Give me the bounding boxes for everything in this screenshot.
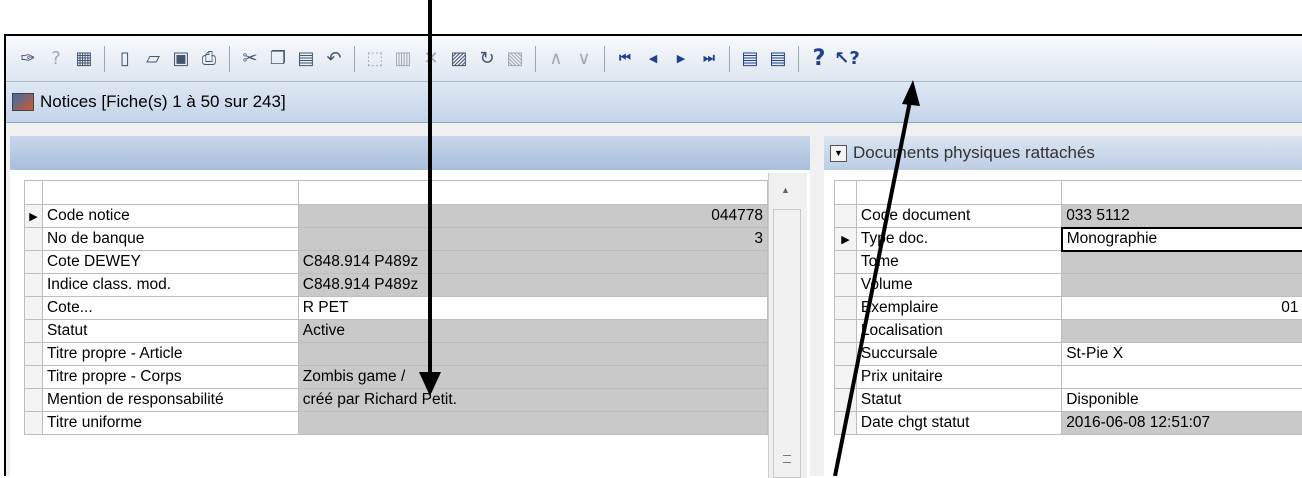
annotation-arrow-up-line	[835, 96, 911, 476]
annotation-arrow-up	[0, 0, 1302, 476]
annotation-arrowhead-up	[902, 80, 920, 106]
